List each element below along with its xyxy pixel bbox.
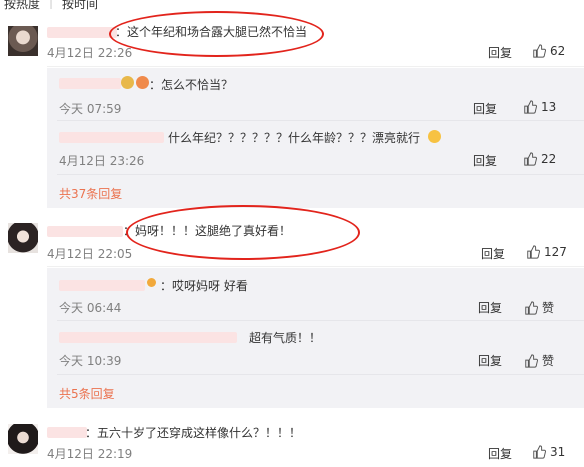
sub-username[interactable] [59, 332, 237, 343]
sort-separator: | [49, 0, 54, 9]
sub-reply-text: 什么年纪？？？？？？什么年龄？？？漂亮就行 [168, 131, 421, 145]
sub-reply-date: 今天 07:59 [59, 102, 122, 116]
divider [57, 174, 584, 175]
thumbs-up-icon [525, 300, 538, 315]
like-button[interactable]: 62 [532, 44, 565, 58]
like-button[interactable]: 31 [532, 445, 565, 459]
sub-reply-text: 超有气质！！ [249, 331, 322, 345]
thumbs-up-icon [524, 100, 537, 114]
divider [57, 320, 584, 321]
reply-button[interactable]: 回复 [488, 44, 512, 61]
more-replies-link[interactable]: 共5条回复 [59, 385, 115, 402]
like-count: 31 [550, 445, 566, 459]
reply-button[interactable]: 回复 [473, 100, 497, 117]
avatar[interactable] [8, 424, 38, 454]
like-button[interactable]: 赞 [524, 299, 554, 316]
like-count: 22 [541, 152, 557, 166]
sub-username[interactable] [59, 280, 145, 291]
thumbs-up-icon [527, 245, 540, 259]
sub-username[interactable] [59, 132, 164, 143]
like-button[interactable]: 127 [526, 245, 567, 259]
sub-reply-text: ：怎么不恰当？ [149, 78, 234, 92]
reply-button[interactable]: 回复 [473, 152, 497, 169]
thumbs-up-icon [525, 353, 538, 368]
sub-username[interactable] [59, 78, 121, 89]
reply-button[interactable]: 回复 [478, 352, 502, 369]
sub-reply-date: 4月12日 23:26 [59, 154, 145, 168]
thumbs-up-icon [533, 44, 546, 58]
comment-date: 4月12日 22:26 [47, 46, 133, 60]
vip-badge-icon [121, 76, 134, 89]
like-count: 62 [550, 44, 566, 58]
divider [47, 66, 584, 67]
comment-date: 4月12日 22:05 [47, 247, 133, 261]
comment-date: 4月12日 22:19 [47, 447, 133, 461]
like-button[interactable]: 22 [523, 152, 556, 166]
emoji-icon [136, 76, 149, 89]
divider [57, 374, 584, 375]
like-count: 127 [544, 245, 567, 259]
sub-replies-box: ：怎么不恰当？ 今天 07:59 回复 13 什么年纪？？？？？？什么年龄？？？… [47, 68, 584, 208]
sort-by-time[interactable]: 按时间 [62, 0, 98, 10]
comment-text: ：五六十岁了还穿成这样像什么？！！！ [85, 426, 302, 440]
comment: ：五六十岁了还穿成这样像什么？！！！ 4月12日 22:19 回复 31 [0, 412, 584, 467]
avatar[interactable] [8, 26, 38, 56]
like-button[interactable]: 13 [523, 100, 556, 114]
highlight-oval [109, 11, 324, 57]
more-replies-link[interactable]: 共37条回复 [59, 185, 122, 202]
sort-by-hot[interactable]: 按热度 [4, 0, 40, 10]
badge-icon [147, 278, 156, 287]
like-count: 13 [541, 100, 557, 114]
reply-button[interactable]: 回复 [481, 245, 505, 262]
emoji-icon [428, 130, 441, 143]
username[interactable] [47, 27, 117, 38]
highlight-oval [126, 205, 360, 260]
sub-replies-box: ：哎呀妈呀 好看 今天 06:44 回复 赞 超有气质！！ 今天 10:39 回… [47, 268, 584, 408]
thumbs-up-icon [524, 152, 537, 166]
sub-reply-date: 今天 10:39 [59, 354, 122, 368]
thumbs-up-icon [533, 445, 546, 459]
reply-button[interactable]: 回复 [478, 299, 502, 316]
like-count: 赞 [542, 354, 555, 368]
reply-button[interactable]: 回复 [488, 445, 512, 462]
like-count: 赞 [542, 301, 555, 315]
username[interactable] [47, 226, 123, 237]
divider [47, 266, 584, 267]
avatar[interactable] [8, 223, 38, 253]
sub-reply-date: 今天 06:44 [59, 301, 122, 315]
sort-bar: 按热度 | 按时间 [0, 0, 584, 10]
username[interactable] [47, 427, 87, 438]
like-button[interactable]: 赞 [524, 352, 554, 369]
sub-reply-text: ：哎呀妈呀 好看 [160, 279, 248, 293]
divider [57, 120, 584, 121]
